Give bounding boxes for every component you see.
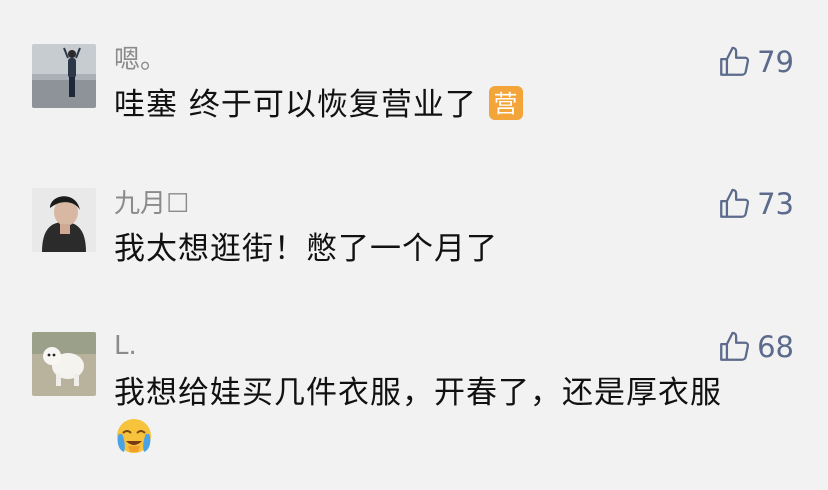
thumbs-up-icon <box>720 331 750 361</box>
avatar[interactable] <box>32 332 96 396</box>
username[interactable]: L. <box>114 330 137 362</box>
like-button[interactable]: 68 <box>717 327 794 367</box>
comment-item: L. 68 我想给娃买几件衣服，开春了，还是厚衣服 <box>0 0 828 490</box>
crying-face-emoji-icon <box>114 416 154 456</box>
avatar-dog-image <box>32 332 96 396</box>
comment-body: 我想给娃买几件衣服，开春了，还是厚衣服 <box>114 375 722 411</box>
like-count: 68 <box>757 330 794 364</box>
comment-text: 我想给娃买几件衣服，开春了，还是厚衣服 <box>114 370 794 463</box>
